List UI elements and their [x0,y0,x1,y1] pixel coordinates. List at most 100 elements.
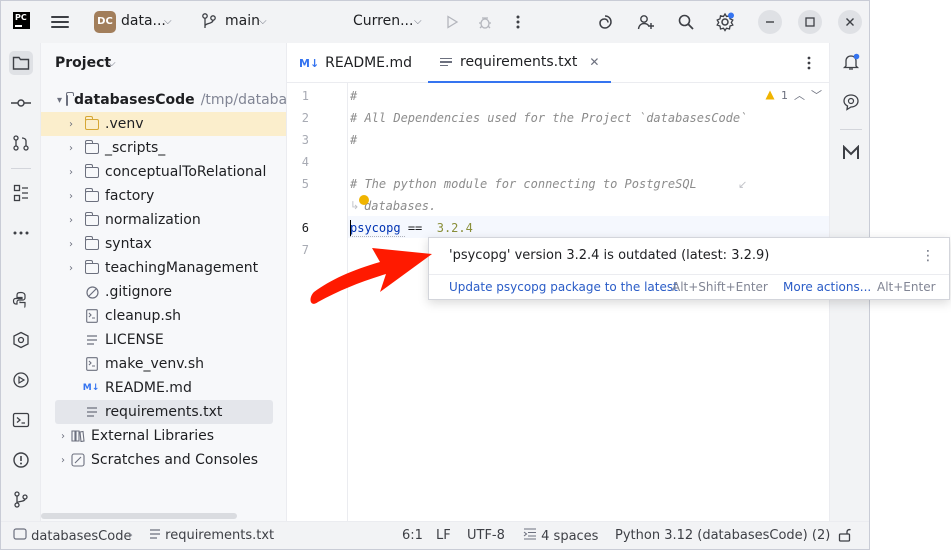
close-window-button[interactable] [838,10,862,34]
collapsed-arrow-icon[interactable]: › [65,143,77,154]
text-file-icon [440,56,452,69]
more-tools-icon[interactable] [9,221,33,245]
tree-item-scripts[interactable]: › _scripts_ [41,136,286,160]
tab-readme[interactable]: M↓ README.md [299,43,412,83]
code-line-wrapped[interactable]: databases. [364,199,436,213]
services-icon[interactable] [9,328,33,352]
horizontal-scrollbar[interactable] [41,513,237,519]
terminal-icon[interactable] [9,408,33,432]
run-config-selector[interactable]: Curren... [353,13,413,29]
close-tab-icon[interactable]: ✕ [589,55,599,69]
tree-item-scratches[interactable]: › Scratches and Consoles [41,448,286,472]
tree-item-syntax[interactable]: › syntax [41,232,286,256]
collapsed-arrow-icon[interactable]: › [65,119,77,130]
expanded-arrow-icon[interactable]: ▾ [57,95,62,106]
collapsed-arrow-icon[interactable]: › [65,239,77,250]
text-file-icon [85,405,99,419]
chevron-up-icon[interactable]: ︿ [794,87,805,103]
collapsed-arrow-icon[interactable]: › [65,191,77,202]
git-icon[interactable] [9,487,33,511]
python-interpreter[interactable]: Python 3.12 (databasesCode) (2) [615,528,830,543]
folder-icon [85,259,99,274]
title-bar: PC DC data... ⌵ main ⌵ Curren... ⌵ [1,1,869,43]
python-packages-icon[interactable] [9,288,33,312]
tree-item-cleanup-sh[interactable]: cleanup.sh [41,304,286,328]
folder-icon [85,211,99,226]
breadcrumb-file[interactable]: requirements.txt [149,528,274,543]
chevron-down-icon[interactable]: ⌵ [164,16,172,27]
inspection-widget[interactable]: 1 ︿ ﹀ [765,87,829,103]
tree-item-normalization[interactable]: › normalization [41,208,286,232]
more-vertical-icon[interactable]: ⋮ [921,248,935,264]
structure-icon[interactable] [9,181,33,205]
more-vertical-icon[interactable] [807,56,811,74]
code-line[interactable]: # The python module for connecting to Po… [350,177,697,191]
project-badge[interactable]: DC [94,11,116,33]
collapsed-arrow-icon[interactable]: › [65,167,77,178]
tree-item-venv[interactable]: › .venv [41,112,286,136]
settings-gear-icon[interactable] [714,11,736,33]
text-file-icon [150,529,160,539]
search-icon[interactable] [675,11,697,33]
run-tool-icon[interactable] [9,368,33,392]
maximize-button[interactable] [798,10,822,34]
problems-icon[interactable] [9,448,33,472]
intention-bulb-icon[interactable] [359,195,369,205]
tree-item-factory[interactable]: › factory [41,184,286,208]
lock-icon[interactable] [838,528,852,546]
tab-requirements[interactable]: requirements.txt ✕ [428,43,612,83]
debug-icon[interactable] [474,11,496,33]
collapsed-arrow-icon[interactable]: › [65,263,77,274]
folder-icon [85,115,99,130]
project-panel-title[interactable]: Project [55,55,111,71]
line-separator[interactable]: LF [436,528,451,543]
project-folder-icon[interactable] [9,51,33,75]
breadcrumb-separator: › [128,528,134,543]
ai-assistant-icon[interactable] [594,11,616,33]
caret-position[interactable]: 6:1 [402,528,423,543]
run-icon[interactable] [441,11,463,33]
breadcrumb[interactable]: databasesCode [13,528,131,544]
code-line[interactable]: # All Dependencies used for the Project … [350,111,747,125]
tree-item-teachingManagement[interactable]: › teachingManagement [41,256,286,280]
collapsed-arrow-icon[interactable]: › [57,431,69,442]
tree-item-make-venv-sh[interactable]: make_venv.sh [41,352,286,376]
add-user-icon[interactable] [635,11,657,33]
file-encoding[interactable]: UTF-8 [467,528,505,543]
tree-item-gitignore[interactable]: .gitignore [41,280,286,304]
chevron-down-icon[interactable]: ﹀ [811,87,822,103]
branch-selector[interactable]: main [225,13,260,29]
markdown-m-icon[interactable] [842,144,860,165]
tree-item-requirements[interactable]: requirements.txt [55,400,273,424]
ai-chat-icon[interactable] [842,93,860,115]
folder-icon [85,235,99,250]
chevron-down-icon[interactable]: ⌵ [414,16,422,27]
tree-item-license[interactable]: LICENSE [41,328,286,352]
chevron-down-icon[interactable]: ⌵ [259,16,267,27]
code-line[interactable]: # [350,89,357,103]
line-number: 2 [301,111,309,125]
collapsed-arrow-icon[interactable]: › [65,215,77,226]
update-package-link[interactable]: Update psycopg package to the latest [449,280,678,294]
notifications-icon[interactable] [842,53,860,75]
indent-setting[interactable]: 4 spaces [523,528,598,544]
shell-script-icon [85,309,99,323]
project-selector[interactable]: data... [121,13,166,29]
code-line[interactable]: # [350,133,357,147]
commit-icon[interactable] [9,91,33,115]
more-vertical-icon[interactable] [507,11,529,33]
pull-requests-icon[interactable] [9,131,33,155]
tree-item-conceptualToRelational[interactable]: › conceptualToRelational [41,160,286,184]
indent-icon [523,528,536,540]
chevron-down-icon[interactable]: ⌵ [108,58,116,69]
branch-icon[interactable] [201,12,217,34]
more-actions-link[interactable]: More actions... [783,280,871,294]
markdown-icon: M↓ [82,383,100,393]
main-menu-icon[interactable] [51,13,69,29]
tree-item-external-libraries[interactable]: › External Libraries [41,424,286,448]
collapsed-arrow-icon[interactable]: › [57,455,69,466]
minimize-button[interactable] [758,10,782,34]
tree-item-readme[interactable]: M↓ README.md [41,376,286,400]
text-file-icon [85,333,99,347]
tree-root-databasesCode[interactable]: ▾ databasesCode /tmp/databasesCode [41,88,286,112]
